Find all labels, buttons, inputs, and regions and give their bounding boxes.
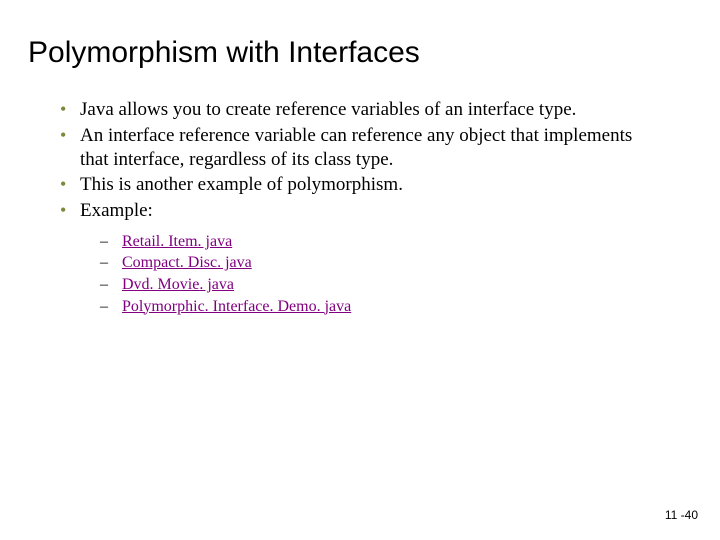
file-link[interactable]: Retail. Item. java bbox=[122, 233, 232, 250]
slide-title: Polymorphism with Interfaces bbox=[28, 36, 692, 70]
sub-bullet-item: Polymorphic. Interface. Demo. java bbox=[100, 296, 692, 318]
file-link[interactable]: Polymorphic. Interface. Demo. java bbox=[122, 298, 351, 315]
bullet-item: Example: bbox=[60, 199, 692, 223]
slide: Polymorphism with Interfaces Java allows… bbox=[0, 0, 720, 317]
file-link[interactable]: Dvd. Movie. java bbox=[122, 276, 234, 293]
sub-bullet-item: Compact. Disc. java bbox=[100, 252, 692, 274]
sub-bullet-item: Dvd. Movie. java bbox=[100, 274, 692, 296]
bullet-item: An interface reference variable can refe… bbox=[60, 124, 692, 172]
bullet-list: Java allows you to create reference vari… bbox=[28, 98, 692, 223]
sub-bullet-list: Retail. Item. java Compact. Disc. java D… bbox=[28, 231, 692, 317]
page-number: 11 -40 bbox=[665, 508, 698, 522]
bullet-item: This is another example of polymorphism. bbox=[60, 173, 692, 197]
file-link[interactable]: Compact. Disc. java bbox=[122, 254, 252, 271]
sub-bullet-item: Retail. Item. java bbox=[100, 231, 692, 253]
bullet-item: Java allows you to create reference vari… bbox=[60, 98, 692, 122]
